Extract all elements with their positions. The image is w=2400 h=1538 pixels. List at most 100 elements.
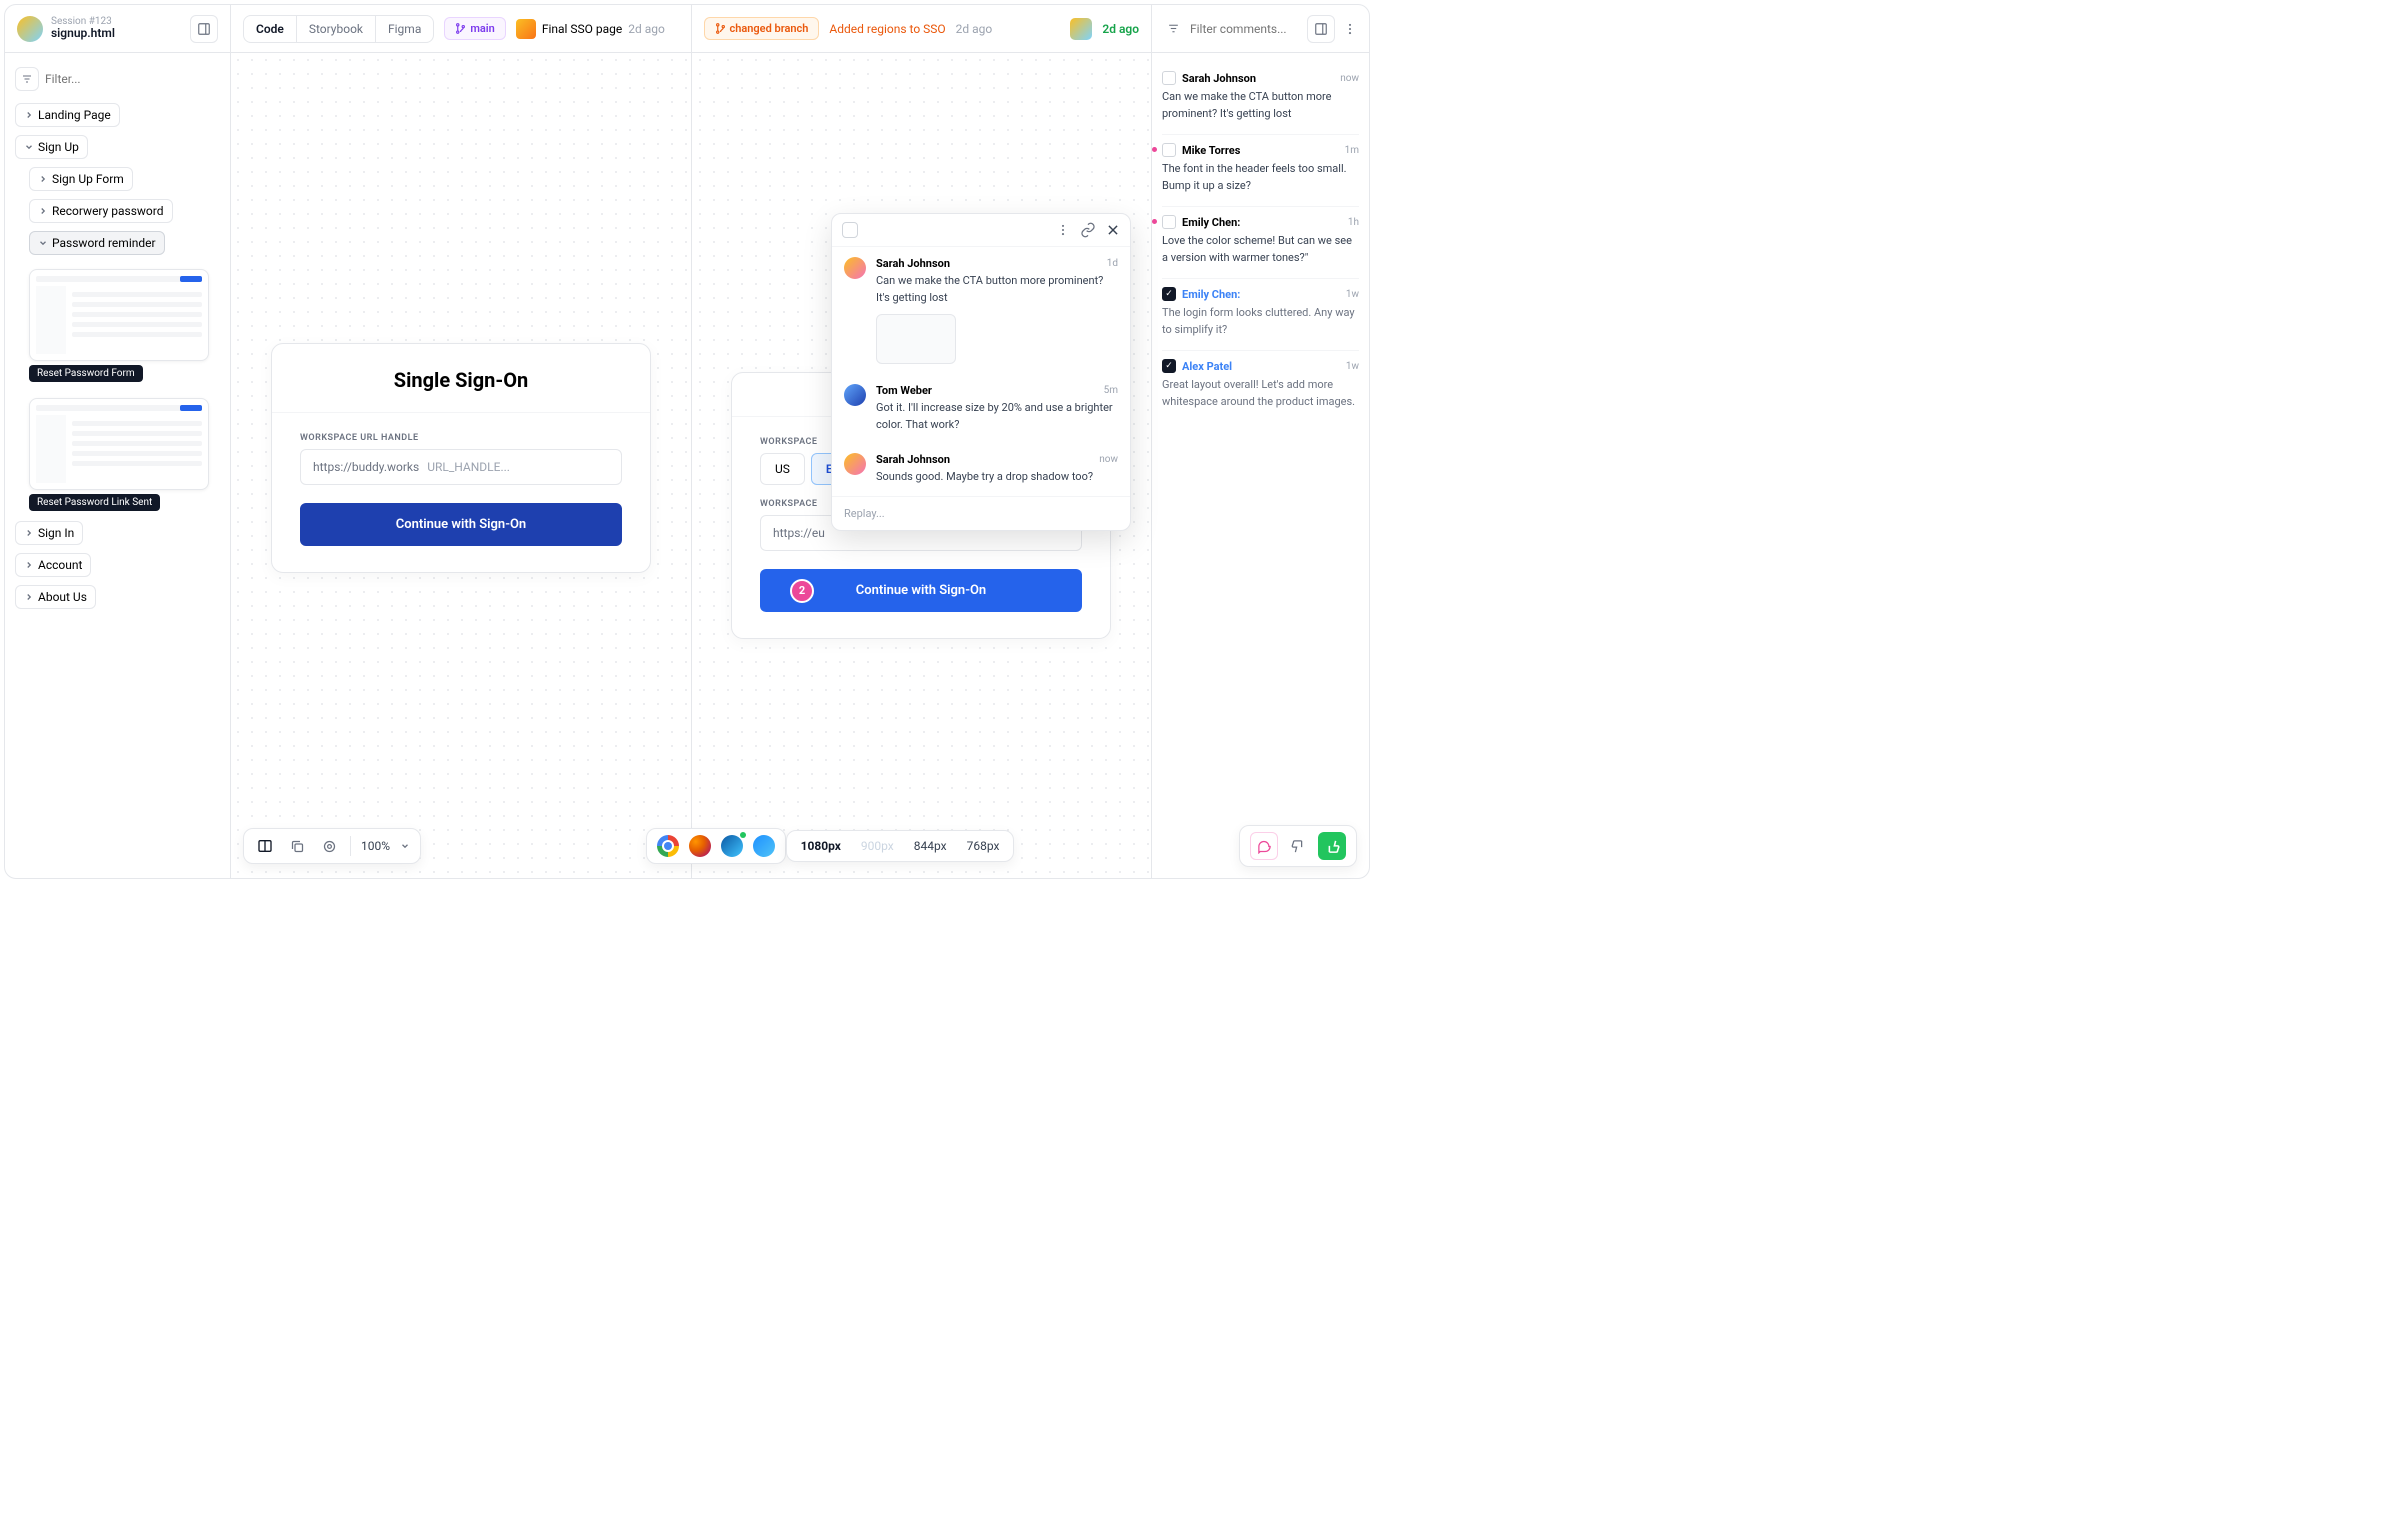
view-tabs: Code Storybook Figma [243, 15, 434, 43]
split-view-button[interactable] [254, 835, 276, 857]
tree-item-signup-form[interactable]: Sign Up Form [29, 167, 133, 191]
message-text: Can we make the CTA button more prominen… [876, 273, 1118, 306]
comment-checkbox[interactable] [1162, 143, 1176, 157]
tree-item-signup[interactable]: Sign Up [15, 135, 88, 159]
changed-label: changed branch [730, 22, 809, 35]
panel-right-icon [1314, 22, 1328, 36]
chrome-icon[interactable] [657, 835, 679, 857]
copy-button[interactable] [286, 835, 308, 857]
branch-name: main [470, 22, 494, 35]
message-avatar [844, 384, 866, 406]
breakpoint-1080[interactable]: 1080px [797, 837, 845, 855]
tree-item-about[interactable]: About Us [15, 585, 96, 609]
url-placeholder: URL_HANDLE... [427, 460, 510, 474]
url-prefix: https://buddy.works [313, 460, 419, 474]
comment-item[interactable]: ✓Alex Patel1w Great layout overall! Let'… [1162, 351, 1359, 422]
popup-message: Tom Weber5m Got it. I'll increase size b… [832, 374, 1130, 443]
tree-item-password-reminder[interactable]: Password reminder [29, 231, 165, 255]
filter-icon [21, 73, 33, 85]
comment-text: The login form looks cluttered. Any way … [1162, 305, 1359, 338]
safari-icon[interactable] [753, 835, 775, 857]
canvas[interactable]: Single Sign-On WORKSPACE URL HANDLE http… [231, 53, 1151, 878]
left-commit: Final SSO page 2d ago [516, 19, 665, 39]
session-filename: signup.html [51, 27, 182, 40]
chevron-down-icon[interactable] [400, 841, 410, 851]
target-button[interactable] [318, 835, 340, 857]
resolve-checkbox[interactable] [842, 222, 858, 238]
tree-item-landing[interactable]: Landing Page [15, 103, 120, 127]
link-icon[interactable] [1080, 222, 1096, 238]
tree-item-account[interactable]: Account [15, 553, 91, 577]
comment-time: 1w [1346, 361, 1359, 372]
chevron-right-icon [24, 110, 34, 120]
comment-checkbox[interactable] [1162, 71, 1176, 85]
chevron-right-icon [38, 174, 48, 184]
reply-input[interactable]: Replay... [832, 496, 1130, 530]
filter-button[interactable] [15, 67, 39, 91]
chevron-down-icon [24, 142, 34, 152]
comment-thread-popup: Sarah Johnson1d Can we make the CTA butt… [831, 213, 1131, 531]
continue-sso-button[interactable]: Continue with Sign-On [300, 503, 622, 546]
comment-author: Emily Chen: [1182, 288, 1240, 301]
chevron-right-icon [24, 528, 34, 538]
message-text: Sounds good. Maybe try a drop shadow too… [876, 469, 1118, 486]
main-area: Landing Page Sign Up Sign Up Form Recorw… [5, 53, 1369, 878]
region-us[interactable]: US [760, 453, 805, 485]
close-icon[interactable] [1106, 223, 1120, 237]
firefox-icon[interactable] [689, 835, 711, 857]
comments-filter-input[interactable] [1190, 22, 1301, 36]
more-vertical-icon [1343, 22, 1357, 36]
git-branch-icon [715, 23, 726, 34]
thumbs-down-button[interactable] [1284, 832, 1312, 860]
comment-text: The font in the header feels too small. … [1162, 161, 1359, 194]
more-button[interactable] [1341, 15, 1359, 43]
edge-icon[interactable] [721, 835, 743, 857]
workspace-url-input[interactable]: https://buddy.works URL_HANDLE... [300, 449, 622, 485]
comment-item[interactable]: Mike Torres1m The font in the header fee… [1162, 135, 1359, 207]
tab-figma[interactable]: Figma [376, 16, 433, 42]
message-avatar [844, 453, 866, 475]
comment-checkbox-checked[interactable]: ✓ [1162, 287, 1176, 301]
comment-author: Emily Chen: [1182, 216, 1240, 229]
more-vertical-icon[interactable] [1056, 223, 1070, 237]
thumbs-up-button[interactable] [1318, 832, 1346, 860]
diff-author-time: 2d ago [1102, 22, 1139, 36]
message-attachment[interactable] [876, 314, 956, 364]
thumbnail-reset-form[interactable]: Reset Password Form [29, 269, 209, 382]
breakpoint-844[interactable]: 844px [910, 837, 951, 855]
comment-text: Great layout overall! Let's add more whi… [1162, 377, 1359, 410]
message-time: 5m [1104, 385, 1118, 396]
comment-checkbox[interactable] [1162, 215, 1176, 229]
toggle-sidebar-button[interactable] [190, 15, 218, 43]
branch-pill[interactable]: main [444, 17, 505, 40]
message-text: Got it. I'll increase size by 20% and us… [876, 400, 1118, 433]
tree-filter-input[interactable] [45, 72, 220, 86]
comment-item[interactable]: Emily Chen:1h Love the color scheme! But… [1162, 207, 1359, 279]
tab-code[interactable]: Code [244, 16, 297, 42]
comment-mode-button[interactable] [1250, 832, 1278, 860]
continue-sso-button-right[interactable]: 2 Continue with Sign-On [760, 569, 1082, 612]
zoom-level[interactable]: 100% [361, 839, 390, 853]
comment-pin-badge[interactable]: 2 [790, 579, 814, 603]
breakpoint-900[interactable]: 900px [857, 837, 898, 855]
comment-item[interactable]: ✓Emily Chen:1w The login form looks clut… [1162, 279, 1359, 351]
comment-text: Love the color scheme! But can we see a … [1162, 233, 1359, 266]
message-author: Sarah Johnson [876, 257, 950, 270]
tree-item-signin[interactable]: Sign In [15, 521, 83, 545]
user-avatar[interactable] [17, 16, 43, 42]
session-area: Session #123 signup.html [5, 5, 231, 52]
tree-item-recovery[interactable]: Recorwery password [29, 199, 173, 223]
page-tree-sidebar: Landing Page Sign Up Sign Up Form Recorw… [5, 53, 231, 878]
breakpoint-768[interactable]: 768px [963, 837, 1004, 855]
changed-branch-pill[interactable]: changed branch [704, 17, 820, 40]
comment-checkbox-checked[interactable]: ✓ [1162, 359, 1176, 373]
target-icon [322, 839, 337, 854]
chevron-down-icon [38, 238, 48, 248]
filter-comments-button[interactable] [1162, 15, 1184, 43]
comment-item[interactable]: Sarah Johnsonnow Can we make the CTA but… [1162, 63, 1359, 135]
commit-avatar [516, 19, 536, 39]
thumbnail-link-sent[interactable]: Reset Password Link Sent [29, 398, 209, 511]
tab-storybook[interactable]: Storybook [297, 16, 376, 42]
toggle-comments-button[interactable] [1307, 15, 1335, 43]
message-avatar [844, 257, 866, 279]
